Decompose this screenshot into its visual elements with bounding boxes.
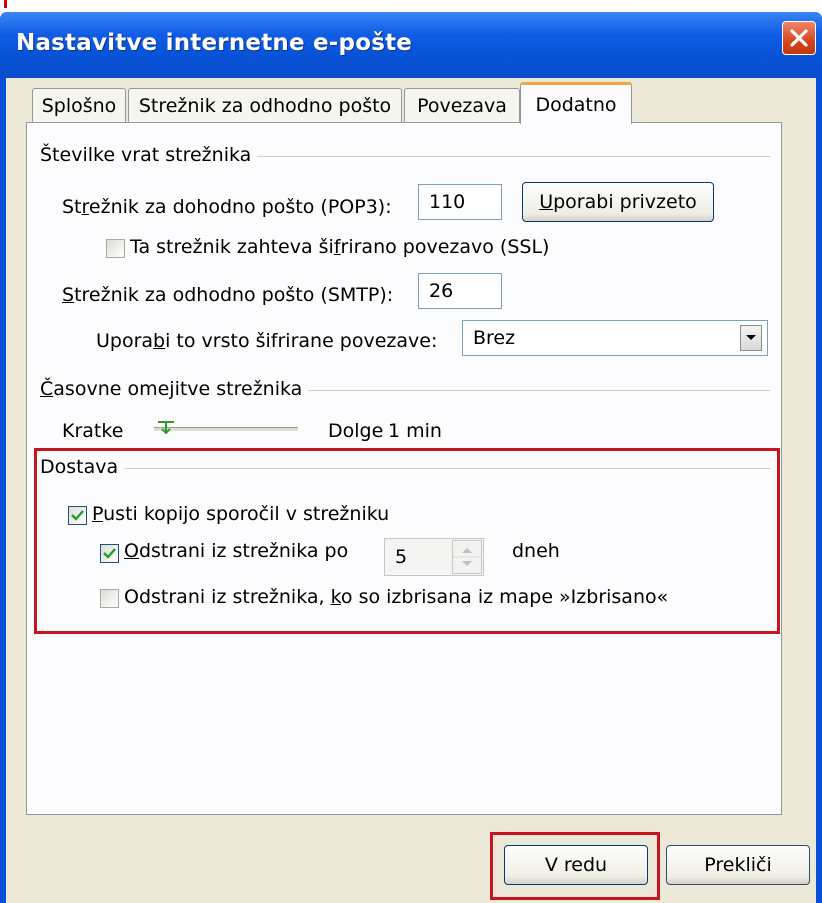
incoming-port-input[interactable]: 110 <box>418 184 502 220</box>
highlight-box-delivery <box>34 448 780 634</box>
slider-thumb-icon <box>158 421 174 435</box>
close-icon <box>790 29 808 47</box>
tab-label: Strežnik za odhodno pošto <box>138 94 392 117</box>
incoming-port-label: Strežnik za dohodno pošto (POP3): <box>62 196 392 218</box>
timeout-value: 1 min <box>388 420 442 442</box>
encryption-type-select[interactable]: Brez <box>462 320 768 356</box>
red-mark <box>4 0 7 8</box>
close-button[interactable] <box>782 21 816 55</box>
timeout-long-label: Dolge <box>328 420 384 442</box>
chevron-down-icon <box>746 335 756 340</box>
window-title: Nastavitve internetne e-pošte <box>16 30 413 56</box>
use-defaults-button[interactable]: Uporabi privzeto <box>522 182 714 222</box>
encryption-dropdown-button[interactable] <box>740 325 762 351</box>
group-label-ports: Številke vrat strežnika <box>40 144 258 166</box>
timeout-short-label: Kratke <box>62 420 124 442</box>
encryption-type-label: Uporabi to vrsto šifrirane povezave: <box>96 330 438 352</box>
outgoing-port-label: Strežnik za odhodno pošto (SMTP): <box>62 284 394 306</box>
highlight-box-ok <box>490 832 660 900</box>
ssl-label: Ta strežnik zahteva šifrirano povezavo (… <box>130 236 550 258</box>
tab-label: Povezava <box>417 94 507 117</box>
tab-splosno[interactable]: Splošno <box>32 88 126 122</box>
tab-odhodni-streznik[interactable]: Strežnik za odhodno pošto <box>128 88 402 122</box>
tab-label: Splošno <box>41 94 117 117</box>
use-defaults-label: Uporabi privzeto <box>539 191 697 213</box>
group-label-timeouts: Časovne omejitve strežnika <box>40 378 309 400</box>
tab-label: Dodatno <box>535 93 617 116</box>
outgoing-port-input[interactable]: 26 <box>418 273 502 309</box>
tab-povezava[interactable]: Povezava <box>404 88 520 122</box>
background-strip <box>0 0 822 12</box>
ssl-checkbox[interactable] <box>106 239 125 258</box>
cancel-button[interactable]: Prekliči <box>666 845 810 885</box>
timeout-slider-thumb[interactable] <box>156 419 176 435</box>
tab-dodatno[interactable]: Dodatno <box>520 82 632 124</box>
cancel-label: Prekliči <box>704 854 772 876</box>
